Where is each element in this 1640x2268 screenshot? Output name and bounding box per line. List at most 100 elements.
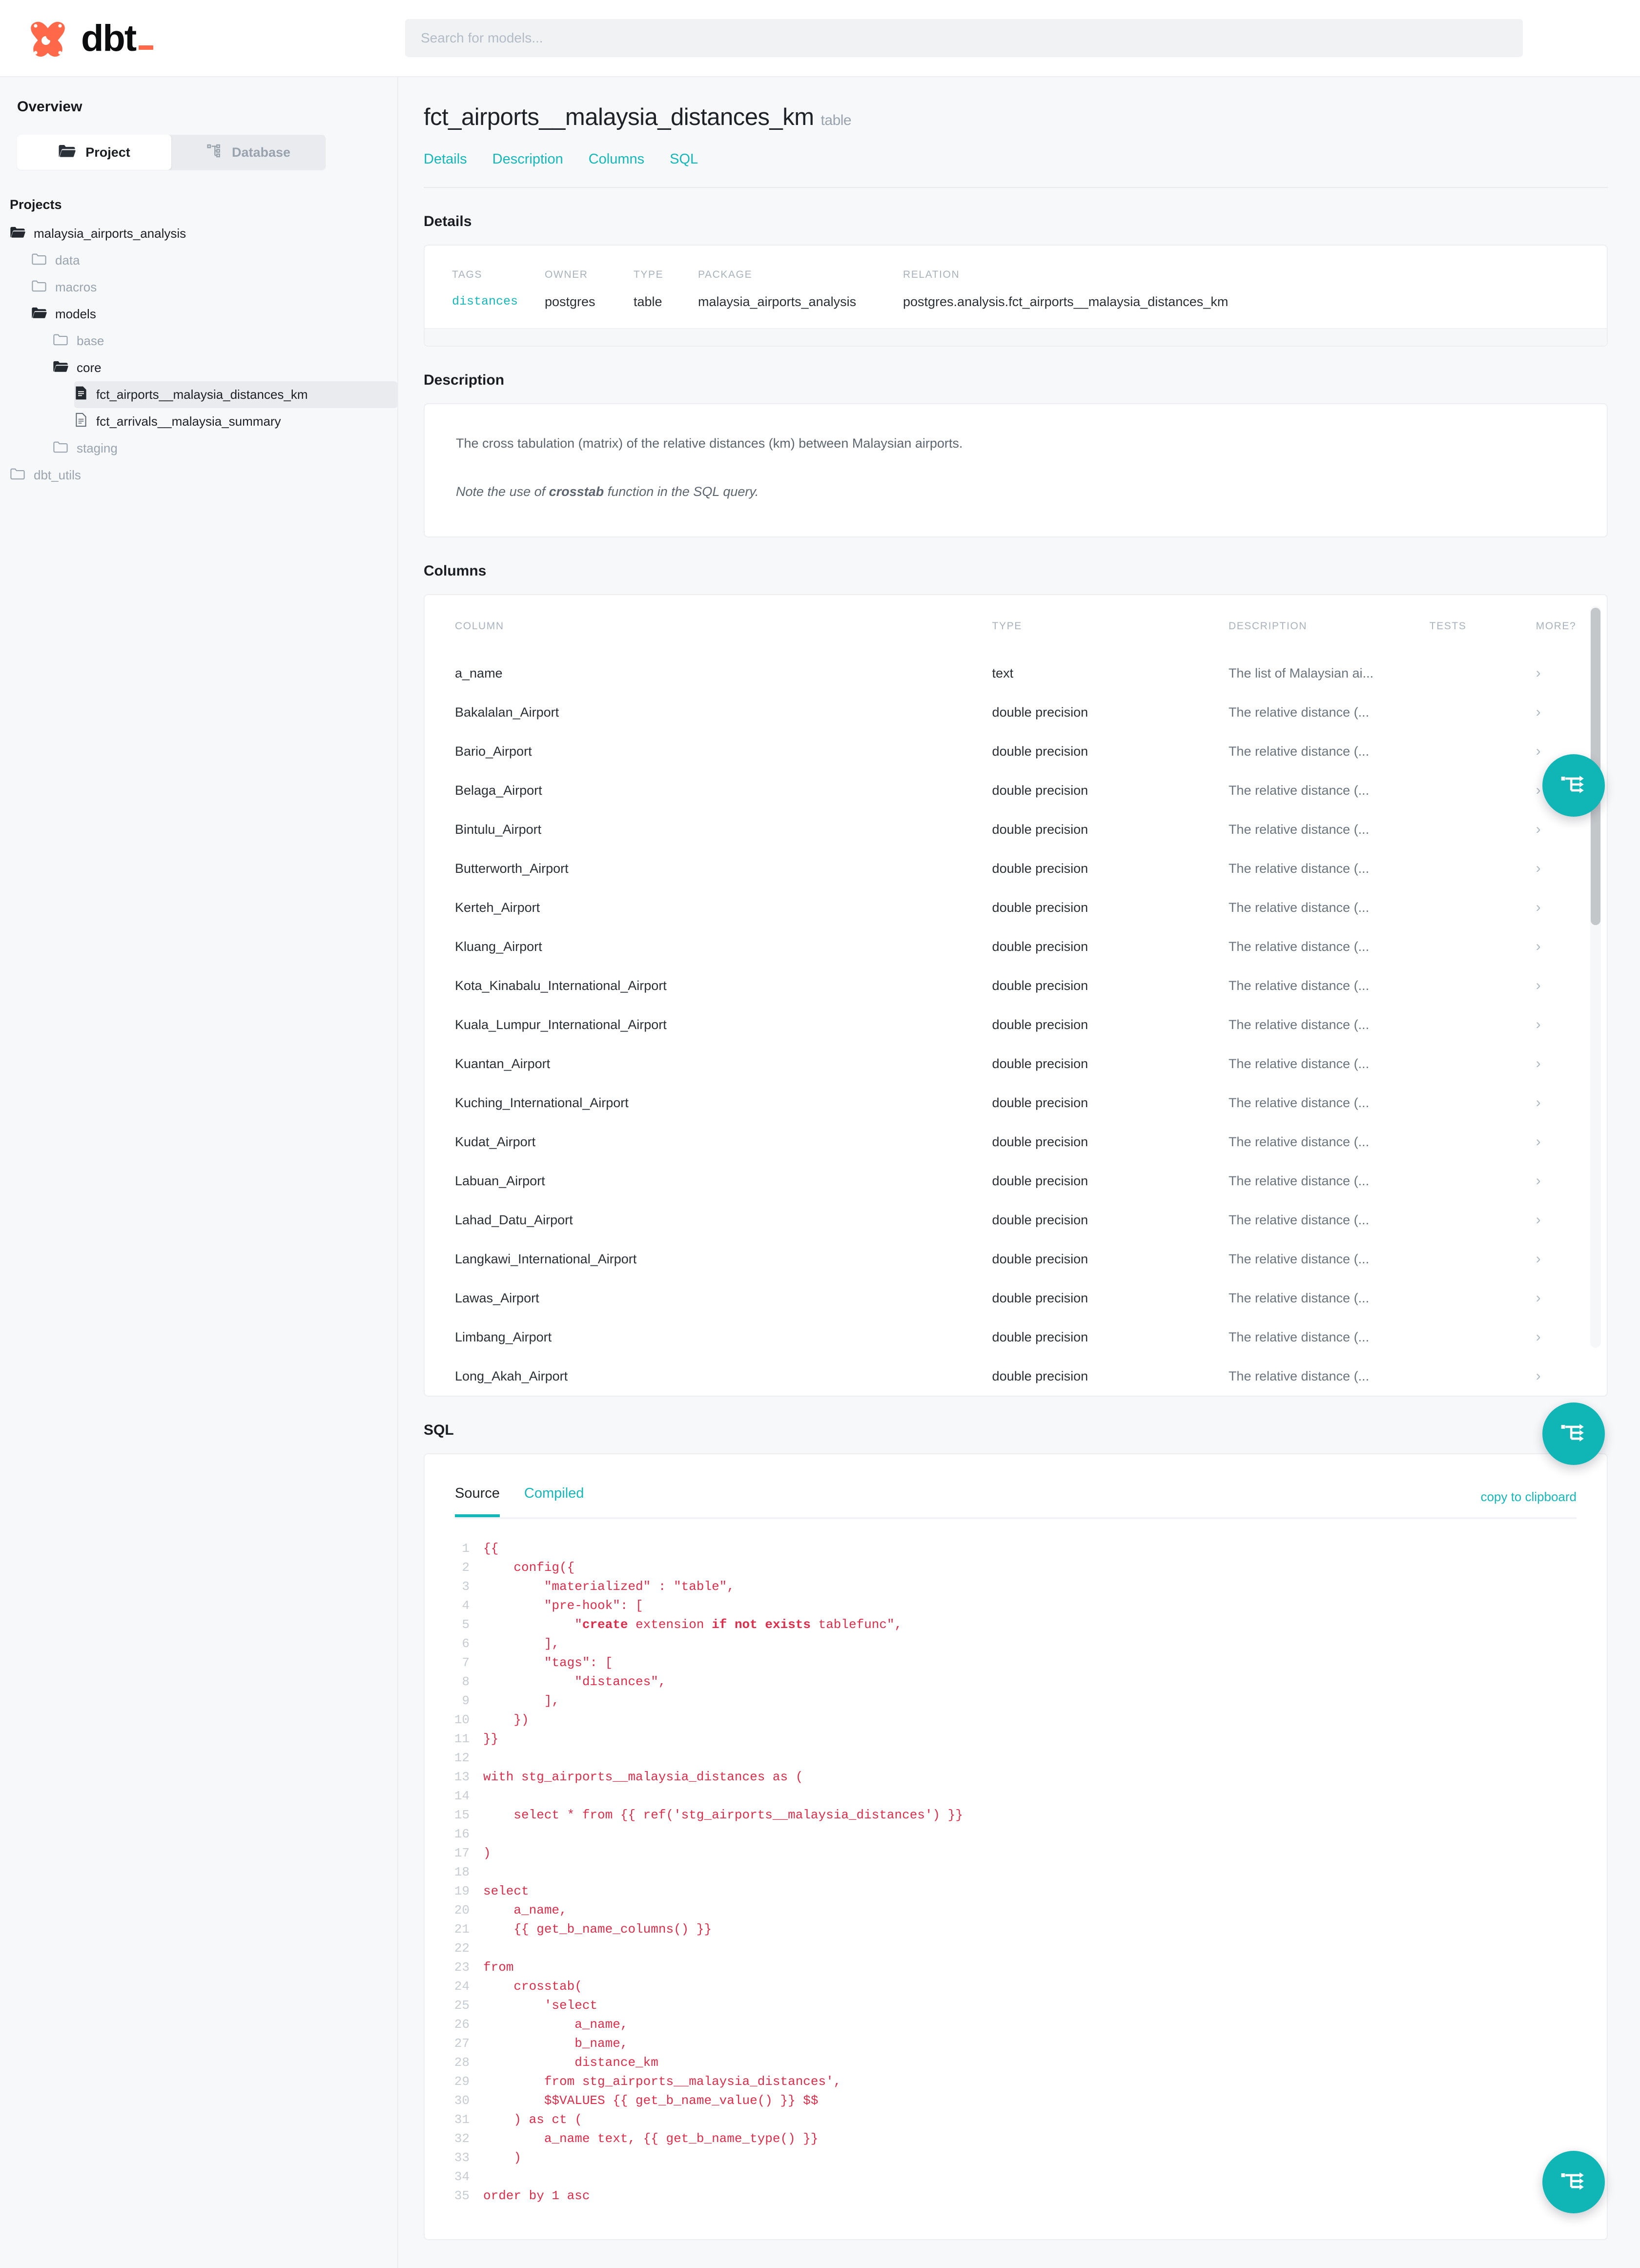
search-input[interactable]	[405, 19, 1523, 57]
cell-type: double precision	[992, 822, 1088, 837]
lineage-graph-icon	[1559, 1419, 1588, 1449]
table-row[interactable]: Bakalalan_Airport double precision The rel…	[425, 693, 1607, 732]
cell-type: double precision	[992, 1251, 1088, 1266]
search-container	[398, 19, 1640, 57]
cell-tests	[1430, 1083, 1536, 1122]
column-header-description: DESCRIPTION	[1228, 620, 1308, 632]
tree-node-base[interactable]: base	[53, 328, 397, 354]
note-prefix: Note the use of	[456, 484, 549, 499]
cell-description: The relative distance (...	[1228, 704, 1370, 720]
cell-column: Langkawi_International_Airport	[455, 1251, 637, 1266]
cell-type: double precision	[992, 900, 1088, 915]
cell-type: text	[992, 665, 1014, 680]
table-row[interactable]: Bintulu_Airport double precision The relat…	[425, 810, 1607, 849]
sql-heading: SQL	[424, 1422, 454, 1438]
tree-node-dbt-utils[interactable]: dbt_utils	[10, 462, 397, 489]
cell-tests	[1430, 1318, 1536, 1357]
code-line: 2 config({	[425, 1558, 1607, 1577]
sql-card-header: Source Compiled copy to clipboard	[425, 1454, 1607, 1517]
line-number: 12	[454, 1750, 470, 1765]
cell-column: Bario_Airport	[455, 743, 532, 759]
code-line: 27 b_name,	[425, 2034, 1607, 2053]
table-row[interactable]: Long_Akah_Airport double precision The rel…	[425, 1357, 1607, 1396]
cell-column: Kuala_Lumpur_International_Airport	[455, 1017, 667, 1032]
tab-description[interactable]: Description	[492, 151, 563, 167]
code-line: 19 select	[425, 1881, 1607, 1900]
tree-node-malaysia-airports-analysis[interactable]: malaysia_airports_analysis	[10, 220, 397, 247]
cell-tests	[1430, 1005, 1536, 1044]
note-code: crosstab	[549, 484, 604, 499]
code-text: {{	[483, 1541, 499, 1556]
cell-tests	[1430, 1044, 1536, 1083]
table-row[interactable]: Kuala_Lumpur_International_Airport double…	[425, 1005, 1607, 1044]
table-row[interactable]: Belaga_Airport double precision The relati…	[425, 771, 1607, 810]
tab-sql[interactable]: SQL	[670, 151, 698, 167]
code-line: 8 "distances",	[425, 1672, 1607, 1691]
code-text: 'select	[483, 1998, 598, 2013]
tree-node-macros[interactable]: macros	[31, 274, 397, 301]
code-line: 21 {{ get_b_name_columns() }}	[425, 1919, 1607, 1938]
table-row[interactable]: Limbang_Airport double precision The relat…	[425, 1318, 1607, 1357]
code-text: order by 1 asc	[483, 2188, 590, 2203]
detail-value[interactable]: distances	[452, 294, 545, 309]
lineage-graph-fab-3[interactable]	[1542, 2151, 1605, 2213]
cell-description: The relative distance (...	[1228, 1212, 1370, 1227]
tab-source[interactable]: Source	[455, 1485, 500, 1517]
details-card-footer	[425, 328, 1607, 346]
dbt-logo-icon	[27, 18, 68, 59]
table-row[interactable]: Kuantan_Airport double precision The relat…	[425, 1044, 1607, 1083]
table-row[interactable]: Kluang_Airport double precision The relati…	[425, 927, 1607, 966]
table-row[interactable]: Bario_Airport double precision The relativ…	[425, 732, 1607, 771]
tree-node-staging[interactable]: staging	[53, 435, 397, 462]
code-line: 14	[425, 1786, 1607, 1805]
tree-node-fct-airports-malaysia-distances-km[interactable]: fct_airports__malaysia_distances_km	[74, 381, 397, 408]
table-row[interactable]: Kudat_Airport double precision The relativ…	[425, 1122, 1607, 1161]
tab-columns[interactable]: Columns	[589, 151, 644, 167]
line-number: 21	[454, 1921, 470, 1937]
line-number: 2	[462, 1560, 470, 1575]
detail-value: postgres	[545, 294, 595, 309]
table-row[interactable]: Kota_Kinabalu_International_Airport doubl…	[425, 966, 1607, 1005]
code-line: 5 "create extension if not exists tablef…	[425, 1615, 1607, 1634]
tab-compiled[interactable]: Compiled	[524, 1485, 584, 1517]
project-database-toggle: Project Database	[17, 135, 326, 170]
line-number: 5	[462, 1617, 470, 1632]
folder-open-icon	[53, 360, 68, 376]
table-row[interactable]: a_name text The list of Malaysian ai... ›	[425, 654, 1607, 693]
file-icon	[74, 385, 88, 404]
tree-node-label: dbt_utils	[34, 468, 81, 482]
cell-type: double precision	[992, 783, 1088, 798]
tree-node-fct-arrivals-malaysia-summary[interactable]: fct_arrivals__malaysia_summary	[74, 408, 397, 435]
detail-label: TYPE	[634, 269, 664, 280]
tree-node-core[interactable]: core	[53, 354, 397, 381]
chevron-right-icon[interactable]: ›	[1536, 1357, 1607, 1396]
table-row[interactable]: Lahad_Datu_Airport double precision The re…	[425, 1200, 1607, 1239]
code-text: config({	[483, 1560, 575, 1575]
table-row[interactable]: Kuching_International_Airport double prec…	[425, 1083, 1607, 1122]
column-header-column: COLUMN	[455, 620, 504, 632]
table-row[interactable]: Butterworth_Airport double precision The r…	[425, 849, 1607, 888]
copy-to-clipboard-button[interactable]: copy to clipboard	[1480, 1489, 1577, 1517]
tab-details[interactable]: Details	[424, 151, 467, 167]
cell-tests	[1430, 888, 1536, 927]
code-text: ],	[483, 1693, 560, 1708]
toggle-database-button[interactable]: Database	[171, 135, 326, 170]
columns-table-header-row: COLUMN TYPE DESCRIPTION TESTS MORE?	[425, 595, 1607, 654]
lineage-graph-icon	[1559, 770, 1588, 801]
lineage-graph-fab-1[interactable]	[1542, 754, 1605, 817]
brand-logo[interactable]: dbt	[0, 0, 398, 77]
tree-node-models[interactable]: models	[31, 301, 397, 328]
toggle-project-button[interactable]: Project	[17, 135, 171, 170]
lineage-graph-fab-2[interactable]	[1542, 1402, 1605, 1465]
table-row[interactable]: Lawas_Airport double precision The relativ…	[425, 1278, 1607, 1318]
table-row[interactable]: Kerteh_Airport double precision The relati…	[425, 888, 1607, 927]
note-suffix: function in the SQL query.	[604, 484, 759, 499]
tree-node-label: core	[77, 360, 102, 375]
table-row[interactable]: Labuan_Airport double precision The relati…	[425, 1161, 1607, 1200]
cell-column: Kluang_Airport	[455, 939, 542, 954]
tree-node-data[interactable]: data	[31, 247, 397, 274]
table-row[interactable]: Langkawi_International_Airport double pre…	[425, 1239, 1607, 1278]
cell-description: The relative distance (...	[1228, 1173, 1370, 1188]
description-paragraph: The cross tabulation (matrix) of the rel…	[456, 436, 963, 451]
cell-column: Bakalalan_Airport	[455, 704, 559, 720]
